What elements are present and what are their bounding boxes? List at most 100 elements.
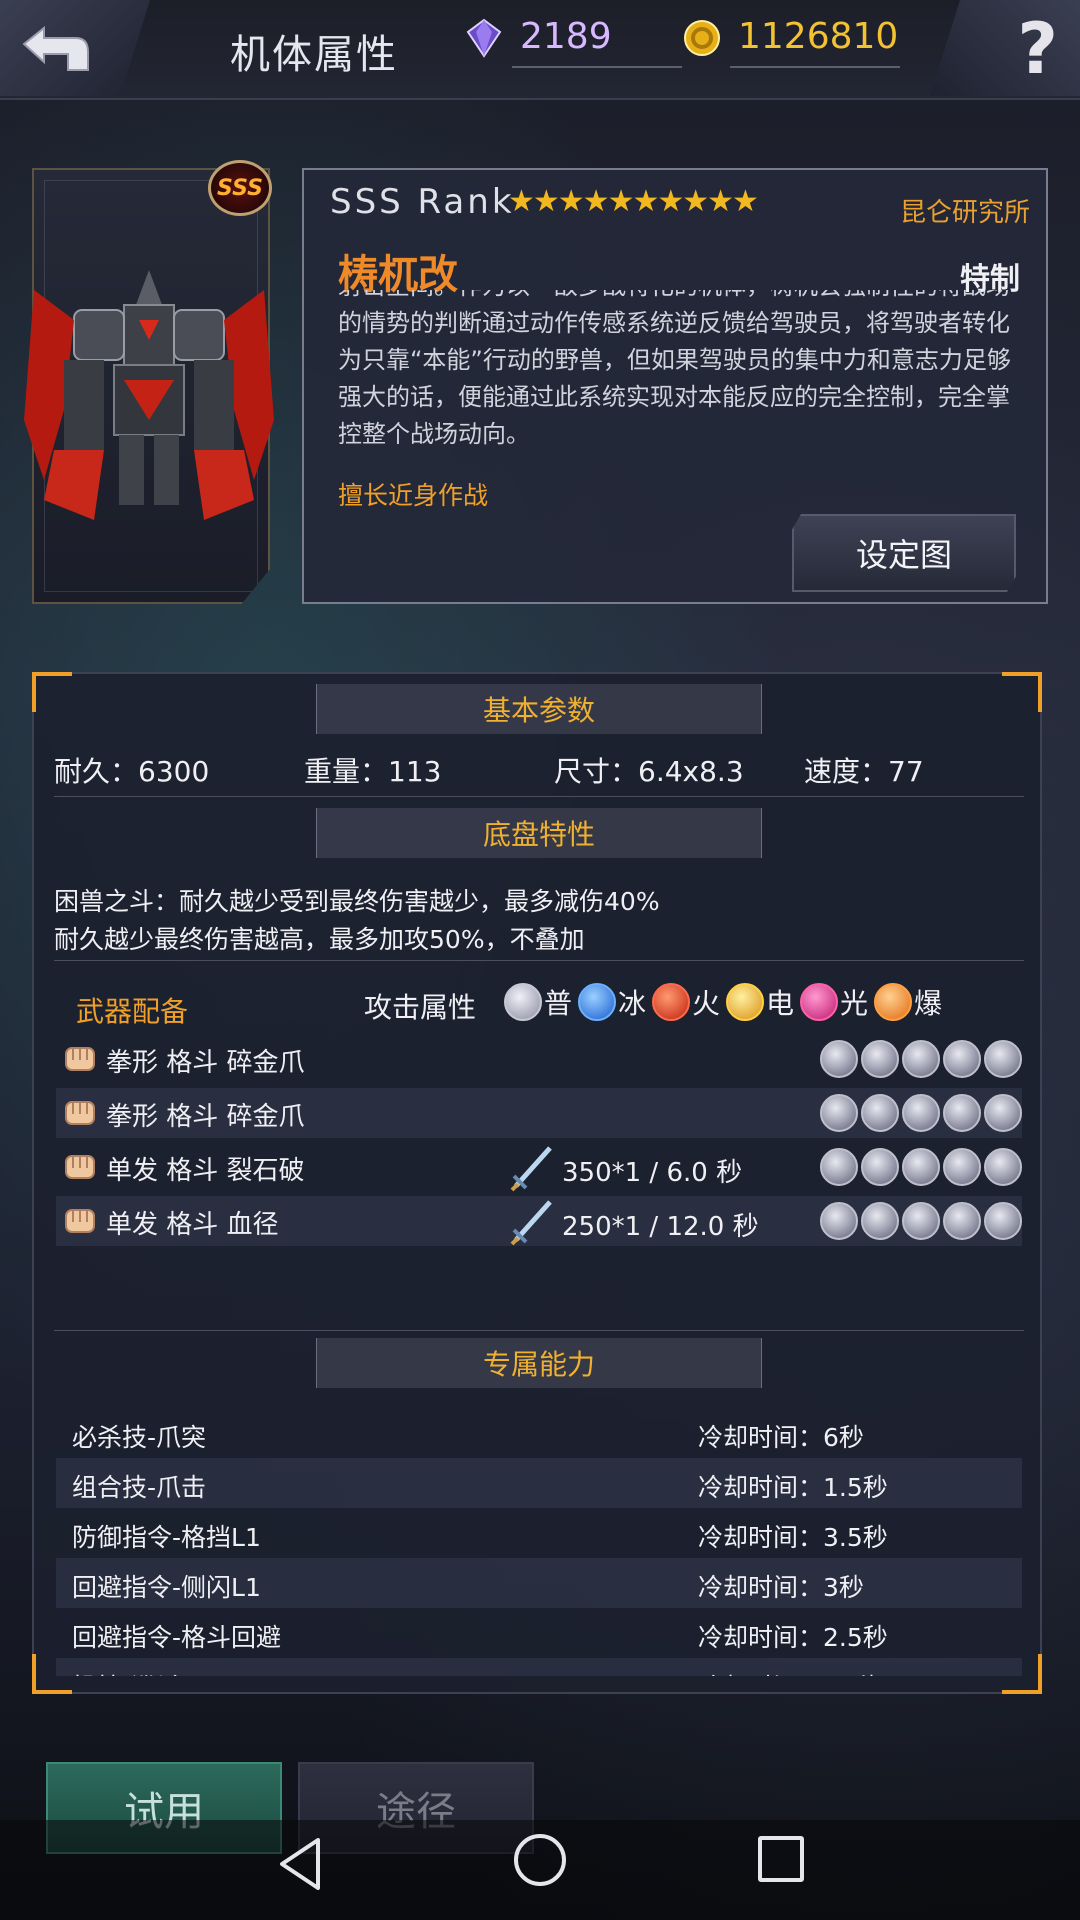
attr-normal: 普 — [504, 982, 572, 1022]
ability-name: 防御指令-格挡L1 — [72, 1523, 261, 1552]
slot-icon[interactable] — [902, 1040, 940, 1078]
attr-label: 电 — [766, 987, 795, 1020]
slot-icon[interactable] — [943, 1094, 981, 1132]
gold-underline — [730, 66, 900, 68]
ability-cooldown: 冷却时间：12秒 — [698, 1668, 880, 1676]
attr-light: 光 — [800, 982, 868, 1022]
attr-label: 火 — [692, 987, 721, 1020]
slot-icon[interactable] — [861, 1094, 899, 1132]
mech-description[interactable]: 射击空间。作为以一敌多战特化的机体，梼杌会强制性的将战场的情势的判断通过动作传感… — [338, 290, 1028, 470]
slot-icon[interactable] — [861, 1040, 899, 1078]
gold-coin-icon — [684, 20, 720, 56]
ice-orb-icon — [578, 983, 616, 1021]
ability-cooldown: 冷却时间：1.5秒 — [698, 1473, 888, 1502]
normal-orb-icon — [504, 983, 542, 1021]
attr-electric: 电 — [726, 982, 794, 1022]
slot-icon[interactable] — [820, 1202, 858, 1240]
info-panel: SSS Rank ★★★★★★★★★★ 昆仑研究所 梼杌改 特制 射击空间。作为… — [302, 168, 1048, 604]
slot-icon[interactable] — [902, 1148, 940, 1186]
nav-home-icon[interactable] — [514, 1834, 566, 1886]
weapon-damage: 350*1 / 6.0 秒 — [562, 1158, 743, 1188]
slot-icon[interactable] — [820, 1040, 858, 1078]
slot-icon[interactable] — [943, 1040, 981, 1078]
weapon-row[interactable]: 拳形 格斗 碎金爪 — [56, 1088, 1022, 1138]
help-icon: ? — [1017, 8, 1058, 90]
manufacturer-label: 昆仑研究所 — [899, 198, 1030, 228]
gold-value: 1126810 — [738, 16, 899, 57]
weapon-name: 单发 格斗 血径 — [106, 1210, 279, 1240]
weight-stat: 重量：113 — [304, 755, 442, 788]
durability-stat: 耐久：6300 — [54, 755, 210, 788]
weapon-row[interactable]: 拳形 格斗 碎金爪 — [56, 1034, 1022, 1084]
attr-label: 爆 — [914, 987, 943, 1020]
slot-icon[interactable] — [984, 1148, 1022, 1186]
fire-orb-icon — [652, 983, 690, 1021]
chassis-trait-line: 耐久越少最终伤害越高，最多加攻50%，不叠加 — [54, 925, 585, 954]
gem-underline — [512, 66, 682, 68]
nav-back-icon[interactable] — [276, 1836, 324, 1892]
abilities-heading: 专属能力 — [316, 1338, 762, 1388]
slot-icon[interactable] — [861, 1202, 899, 1240]
stats-scroll-area[interactable]: 基本参数 耐久：6300 重量：113 尺寸：6.4x8.3 速度：77 底盘特… — [34, 674, 1040, 1676]
help-button[interactable]: ? — [930, 0, 1080, 96]
attr-label: 光 — [840, 987, 869, 1020]
slot-icon[interactable] — [984, 1094, 1022, 1132]
description-text: 射击空间。作为以一敌多战特化的机体，梼杌会强制性的将战场的情势的判断通过动作传感… — [338, 290, 1011, 448]
slot-icon[interactable] — [902, 1094, 940, 1132]
diamond-icon — [466, 18, 502, 58]
ability-row[interactable]: 投技-滞杀 冷却时间：12秒 — [56, 1658, 1022, 1676]
attack-attribute-label: 攻击属性 — [364, 991, 477, 1024]
basic-params-heading: 基本参数 — [316, 684, 762, 734]
chassis-heading: 底盘特性 — [316, 808, 762, 858]
attr-ice: 冰 — [578, 982, 646, 1022]
nav-recent-apps-icon[interactable] — [758, 1836, 804, 1882]
ability-name: 回避指令-侧闪L1 — [72, 1573, 261, 1602]
slot-icon[interactable] — [943, 1202, 981, 1240]
weapon-damage: 250*1 / 12.0 秒 — [562, 1212, 759, 1242]
size-stat: 尺寸：6.4x8.3 — [554, 755, 744, 788]
weapon-row[interactable]: 单发 格斗 裂石破 350*1 / 6.0 秒 — [56, 1142, 1022, 1192]
top-bar: 机体属性 2189 1126810 ? — [0, 0, 1080, 100]
chassis-trait-line: 困兽之斗：耐久越少受到最终伤害越少，最多减伤40% — [54, 887, 660, 916]
page-title: 机体属性 — [230, 32, 398, 78]
weapon-row[interactable]: 单发 格斗 血径 250*1 / 12.0 秒 — [56, 1196, 1022, 1246]
ability-row[interactable]: 回避指令-侧闪L1 冷却时间：3秒 — [56, 1558, 1022, 1608]
sword-icon — [510, 1146, 552, 1192]
gem-value: 2189 — [520, 16, 612, 57]
attr-explosion: 爆 — [874, 982, 942, 1022]
back-arrow-icon — [22, 25, 89, 71]
weapon-name: 拳形 格斗 碎金爪 — [106, 1048, 305, 1078]
ability-cooldown: 冷却时间：2.5秒 — [698, 1623, 888, 1652]
system-nav-bar — [0, 1820, 1080, 1920]
sword-icon — [510, 1200, 552, 1246]
back-button[interactable] — [0, 0, 150, 96]
ability-cooldown: 冷却时间：6秒 — [698, 1423, 864, 1452]
weapon-name: 拳形 格斗 碎金爪 — [106, 1102, 305, 1132]
concept-art-button[interactable]: 设定图 — [792, 514, 1016, 592]
slot-icon[interactable] — [861, 1148, 899, 1186]
divider — [54, 960, 1024, 961]
slot-icon[interactable] — [902, 1202, 940, 1240]
ability-row[interactable]: 回避指令-格斗回避 冷却时间：2.5秒 — [56, 1608, 1022, 1658]
slot-icon[interactable] — [820, 1148, 858, 1186]
divider — [54, 1330, 1024, 1331]
weapon-name: 单发 格斗 裂石破 — [106, 1156, 305, 1186]
attr-fire: 火 — [652, 982, 720, 1022]
slot-icon[interactable] — [984, 1202, 1022, 1240]
ability-name: 投技-滞杀 — [72, 1668, 181, 1676]
stats-panel[interactable]: 基本参数 耐久：6300 重量：113 尺寸：6.4x8.3 速度：77 底盘特… — [32, 672, 1042, 1694]
weapon-slots — [817, 1148, 1022, 1186]
ability-name: 回避指令-格斗回避 — [72, 1623, 282, 1652]
weapon-slots — [817, 1094, 1022, 1132]
fist-icon — [65, 1047, 95, 1071]
slot-icon[interactable] — [984, 1040, 1022, 1078]
speed-stat: 速度：77 — [804, 755, 924, 788]
slot-icon[interactable] — [943, 1148, 981, 1186]
mech-portrait — [24, 270, 274, 520]
ability-row[interactable]: 防御指令-格挡L1 冷却时间：3.5秒 — [56, 1508, 1022, 1558]
slot-icon[interactable] — [820, 1094, 858, 1132]
star-rating: ★★★★★★★★★★ — [508, 184, 759, 219]
weapon-slots — [817, 1202, 1022, 1240]
ability-row[interactable]: 组合技-爪击 冷却时间：1.5秒 — [56, 1458, 1022, 1508]
ability-row[interactable]: 必杀技-爪突 冷却时间：6秒 — [56, 1408, 1022, 1458]
